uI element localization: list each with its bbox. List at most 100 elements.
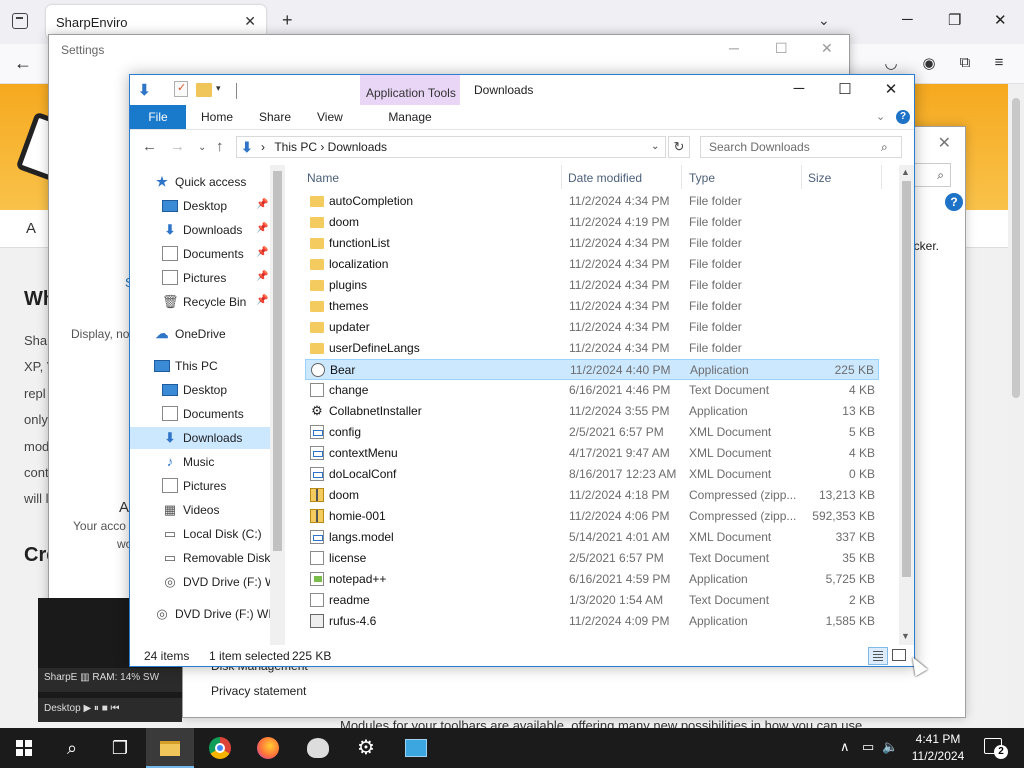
nav-item-downloads[interactable]: ⬇ Downloads — [130, 427, 270, 449]
browser-maximize-button[interactable]: ❐ — [948, 11, 961, 29]
dialog-close-button[interactable]: ✕ — [938, 133, 951, 153]
file-row[interactable]: readme 1/3/2020 1:54 AM Text Document 2 KB — [305, 590, 879, 611]
nav-item-dvd-drive[interactable]: ◎ DVD Drive (F:) WIN — [130, 603, 280, 625]
menu-icon[interactable]: ≡ — [990, 54, 1008, 72]
address-history-icon[interactable]: ⌄ — [651, 141, 659, 152]
nav-item-desktop[interactable]: Desktop — [130, 379, 270, 401]
column-divider[interactable] — [801, 165, 802, 189]
nav-pane-scrollbar-thumb[interactable] — [273, 171, 282, 551]
browser-scrollbar[interactable] — [1008, 84, 1024, 728]
volume-icon[interactable]: 🔈 — [882, 739, 898, 755]
nav-item-onedrive[interactable]: ☁ OneDrive — [130, 323, 270, 345]
recent-locations-icon[interactable]: ⌄ — [198, 142, 206, 153]
column-divider[interactable] — [881, 165, 882, 189]
expand-ribbon-icon[interactable]: ⌄ — [876, 110, 885, 123]
file-row[interactable]: change 6/16/2021 4:46 PM Text Document 4 KB — [305, 380, 879, 401]
file-row[interactable]: notepad++ 6/16/2021 4:59 PM Application 5,7… — [305, 569, 879, 590]
browser-close-button[interactable]: ✕ — [994, 11, 1007, 29]
nav-pane-scrollbar[interactable] — [270, 165, 285, 645]
file-row[interactable]: localization 11/2/2024 4:34 PM File folder — [305, 254, 879, 275]
close-button[interactable]: ✕ — [868, 80, 914, 100]
nav-item-documents[interactable]: Documents 📌 — [130, 243, 270, 265]
taskbar-firefox[interactable] — [244, 728, 292, 768]
search-input[interactable] — [701, 137, 879, 157]
file-row[interactable]: langs.model 5/14/2021 4:01 AM XML Document… — [305, 527, 879, 548]
pocket-icon[interactable]: ◡ — [882, 54, 900, 72]
file-row[interactable]: autoCompletion 11/2/2024 4:34 PM File fold… — [305, 191, 879, 212]
network-icon[interactable]: ▭ — [862, 739, 874, 755]
nav-item-pictures[interactable]: Pictures 📌 — [130, 267, 270, 289]
file-row[interactable]: license 2/5/2021 6:57 PM Text Document 35 K… — [305, 548, 879, 569]
tray-chevron-icon[interactable]: ∧ — [840, 739, 850, 755]
start-button[interactable] — [0, 728, 48, 768]
file-list-scrollbar-thumb[interactable] — [902, 181, 911, 577]
tab-file[interactable]: File — [130, 105, 186, 129]
breadcrumb-chevron-icon[interactable]: › — [261, 140, 265, 154]
file-row[interactable]: homie-001 11/2/2024 4:06 PM Compressed (zi… — [305, 506, 879, 527]
nav-item-videos[interactable]: ▦ Videos — [130, 499, 270, 521]
taskbar-file-explorer[interactable] — [146, 728, 194, 768]
tab-view[interactable]: View — [317, 105, 343, 129]
file-row[interactable]: config 2/5/2021 6:57 PM XML Document 5 KB — [305, 422, 879, 443]
column-header-date[interactable]: Date modified — [568, 171, 642, 185]
file-row[interactable]: doom 11/2/2024 4:18 PM Compressed (zipp...… — [305, 485, 879, 506]
task-view-button[interactable]: ❐ — [96, 728, 144, 768]
nav-item-pictures[interactable]: Pictures — [130, 475, 270, 497]
file-row[interactable]: rufus-4.6 11/2/2024 4:09 PM Application 1,5… — [305, 611, 879, 632]
file-row[interactable]: userDefineLangs 11/2/2024 4:34 PM File fol… — [305, 338, 879, 359]
tab-close-icon[interactable]: ✕ — [244, 13, 256, 30]
file-row[interactable]: themes 11/2/2024 4:34 PM File folder — [305, 296, 879, 317]
properties-icon[interactable] — [174, 81, 188, 97]
forward-arrow-icon[interactable]: → — [170, 138, 185, 155]
nav-item-removable-disk[interactable]: ▭ Removable Disk — [130, 547, 271, 569]
column-header-type[interactable]: Type — [689, 171, 715, 185]
maximize-button[interactable]: ☐ — [822, 80, 868, 100]
sharpe-media-bar[interactable]: Desktop ▶ ⏸ ■ ⏮ — [38, 698, 182, 722]
list-tabs-icon[interactable]: ⌄ — [818, 12, 830, 29]
settings-minimize-button[interactable]: ─ — [729, 40, 739, 56]
column-divider[interactable] — [681, 165, 682, 189]
tab-share[interactable]: Share — [259, 105, 291, 129]
nav-item-recycle-bin[interactable]: 🗑 Recycle Bin 📌 — [130, 291, 270, 313]
browser-minimize-button[interactable]: ─ — [902, 11, 913, 28]
nav-item-quick-access[interactable]: ★ Quick access — [130, 171, 270, 193]
nav-item-this-pc[interactable]: This PC — [130, 355, 270, 377]
extensions-icon[interactable]: ⧉ — [956, 54, 974, 72]
nav-item-dvd-drive[interactable]: ◎ DVD Drive (F:) W — [130, 571, 276, 593]
tab-home[interactable]: Home — [201, 105, 233, 129]
search-icon[interactable]: ⌕ — [881, 140, 888, 155]
nav-item-music[interactable]: ♪ Music — [130, 451, 270, 473]
file-list-scrollbar[interactable]: ▲ ▼ — [899, 165, 914, 645]
new-folder-icon[interactable] — [196, 83, 212, 97]
file-row[interactable]: functionList 11/2/2024 4:34 PM File folder — [305, 233, 879, 254]
privacy-statement-link[interactable]: Privacy statement — [211, 684, 306, 698]
details-view-icon[interactable] — [868, 647, 888, 665]
file-row[interactable]: doom 11/2/2024 4:19 PM File folder — [305, 212, 879, 233]
column-header-size[interactable]: Size — [808, 171, 831, 185]
column-header-name[interactable]: Name — [307, 171, 339, 185]
new-tab-button[interactable]: + — [282, 10, 293, 31]
up-arrow-icon[interactable]: ↑ — [216, 138, 224, 155]
large-icons-view-icon[interactable] — [892, 649, 906, 661]
taskbar-settings[interactable]: ⚙ — [342, 728, 390, 768]
file-row[interactable]: contextMenu 4/17/2021 9:47 AM XML Document… — [305, 443, 879, 464]
tab-overview-icon[interactable] — [12, 13, 28, 29]
nav-item-documents[interactable]: Documents — [130, 403, 270, 425]
taskbar-chrome[interactable] — [196, 728, 244, 768]
column-divider[interactable] — [561, 165, 562, 189]
file-row[interactable]: updater 11/2/2024 4:34 PM File folder — [305, 317, 879, 338]
clock-time[interactable]: 4:41 PM — [908, 732, 968, 746]
nav-item-downloads[interactable]: ⬇ Downloads 📌 — [130, 219, 270, 241]
file-row[interactable]: Bear 11/2/2024 4:40 PM Application 225 KB — [305, 359, 879, 380]
back-arrow-icon[interactable]: ← — [14, 53, 32, 74]
file-row[interactable]: ⚙ CollabnetInstaller 11/2/2024 3:55 PM Appl… — [305, 401, 879, 422]
scroll-down-icon[interactable]: ▼ — [901, 631, 910, 641]
file-row[interactable]: plugins 11/2/2024 4:34 PM File folder — [305, 275, 879, 296]
download-arrow-icon[interactable]: ⬇ — [138, 81, 154, 99]
help-icon[interactable]: ? — [896, 110, 910, 124]
taskbar-app[interactable] — [392, 728, 440, 768]
settings-close-button[interactable]: ✕ — [821, 40, 833, 57]
browser-scrollbar-thumb[interactable] — [1012, 98, 1020, 398]
breadcrumb-path[interactable]: This PC › Downloads — [274, 140, 387, 154]
refresh-icon[interactable]: ↻ — [668, 136, 690, 158]
